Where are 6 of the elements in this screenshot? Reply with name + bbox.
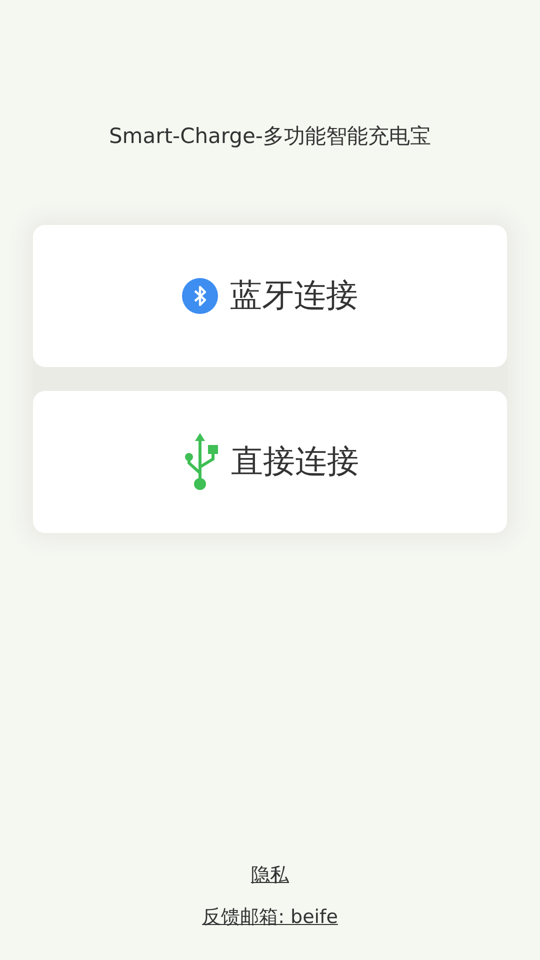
footer-link[interactable]: 反馈邮箱: beife (202, 904, 338, 930)
connect-button[interactable]: 蓝牙连接 (33, 225, 507, 367)
app-title: Smart-Charge-多功能智能充电宝 (108, 123, 432, 150)
bluetooth-icon (182, 278, 218, 314)
footer-link[interactable]: 隐私 (250, 862, 289, 888)
connect-button[interactable]: 直接连接 (33, 391, 507, 533)
